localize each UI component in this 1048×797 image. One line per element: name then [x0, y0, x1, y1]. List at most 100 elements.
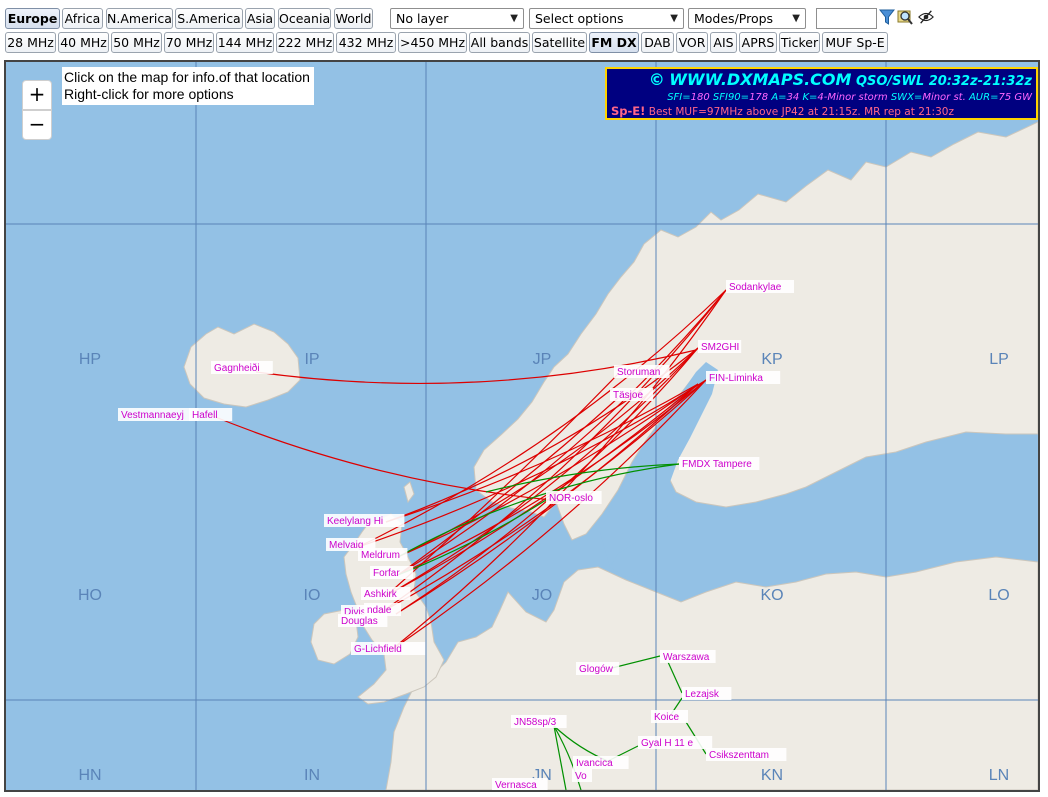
stat-key: AUR= — [965, 92, 999, 103]
zoom-in-button[interactable]: + — [22, 80, 52, 110]
station-marker[interactable]: Ivancica — [573, 756, 629, 769]
map-info-tooltip: Click on the map for info.of that locati… — [62, 67, 314, 105]
station-name: Warszawa — [663, 652, 710, 663]
layer-select-value: No layer — [396, 11, 449, 26]
solar-stats: SFI=180 SFI90=178 A=34 K=4-Minor storm S… — [611, 91, 1032, 104]
grid-square-label: HO — [78, 587, 102, 604]
station-name: Täsjoe — [613, 390, 643, 401]
callsign-input[interactable] — [816, 8, 877, 29]
station-name: Vo — [575, 771, 587, 782]
station-marker[interactable]: Gagnheiði — [211, 361, 273, 374]
station-name: Storuman — [617, 367, 660, 378]
grid-square-label: LP — [989, 351, 1009, 368]
station-marker[interactable]: Vo — [572, 769, 592, 782]
station-marker[interactable]: Hafell — [189, 408, 233, 421]
band-tab[interactable]: 222 MHz — [276, 32, 334, 53]
grid-square-label: JO — [532, 587, 552, 604]
station-name: FMDX Tampere — [682, 459, 752, 470]
station-marker[interactable]: Warszawa — [660, 650, 716, 663]
stat-key: K= — [799, 92, 818, 103]
region-tab[interactable]: Asia — [245, 8, 275, 29]
band-tab[interactable]: APRS — [739, 32, 777, 53]
station-marker[interactable]: Douglas — [338, 614, 388, 627]
band-tab[interactable]: DAB — [641, 32, 674, 53]
stat-key: SFI90= — [709, 92, 750, 103]
band-tab[interactable]: >450 MHz — [398, 32, 467, 53]
station-name: Ivancica — [576, 758, 613, 769]
band-tab[interactable]: 70 MHz — [164, 32, 214, 53]
band-tab[interactable]: VOR — [676, 32, 708, 53]
layer-select[interactable]: No layer ▼ — [390, 8, 524, 29]
modes-select-value: Modes/Props — [694, 11, 774, 26]
station-marker[interactable]: Ashkirk — [361, 587, 411, 600]
station-marker[interactable]: Lezajsk — [682, 687, 732, 700]
search-map-icon[interactable] — [897, 8, 913, 26]
station-marker[interactable]: G-Lichfield — [351, 642, 426, 655]
land-shetland — [403, 481, 415, 504]
station-marker[interactable]: NOR-oslo — [546, 491, 602, 504]
band-tab[interactable]: MUF Sp-E — [822, 32, 888, 53]
region-tab[interactable]: N.America — [106, 8, 173, 29]
region-tab[interactable]: Africa — [62, 8, 103, 29]
stat-value: 75 GW — [998, 92, 1032, 103]
station-marker[interactable]: FIN-Liminka — [706, 371, 781, 384]
grid-square-label: LN — [989, 767, 1009, 784]
band-tab[interactable]: FM DX — [589, 32, 639, 53]
region-tab[interactable]: S.America — [175, 8, 243, 29]
chevron-down-icon: ▼ — [670, 13, 678, 24]
band-tab[interactable]: 432 MHz — [336, 32, 396, 53]
stat-key: A= — [768, 92, 787, 103]
station-marker[interactable]: Gyal H 11 e — [638, 736, 713, 749]
grid-square-label: KO — [760, 587, 783, 604]
station-marker[interactable]: Vernasca — [492, 778, 548, 790]
station-marker[interactable]: Täsjoe — [610, 388, 654, 401]
options-select[interactable]: Select options ▼ — [529, 8, 684, 29]
filter-icon[interactable] — [879, 8, 895, 26]
band-tab[interactable]: 50 MHz — [111, 32, 162, 53]
chevron-down-icon: ▼ — [510, 13, 518, 24]
station-marker[interactable]: Storuman — [614, 365, 670, 378]
station-name: Lezajsk — [685, 689, 720, 700]
stat-value: 4-Minor storm — [817, 92, 888, 103]
map[interactable]: HP IP JP KP LP HO IO JO KO LO HN IN JN KN LN Sodankyla… — [4, 60, 1040, 792]
station-name: Glogów — [579, 664, 614, 675]
station-name: Vernasca — [495, 780, 537, 790]
station-marker[interactable]: Koice — [651, 710, 688, 723]
station-name: Gyal H 11 e — [641, 738, 693, 749]
station-marker[interactable]: Glogów — [576, 662, 620, 675]
band-tab[interactable]: 40 MHz — [58, 32, 109, 53]
stat-value: 178 — [749, 92, 769, 103]
band-tab[interactable]: 28 MHz — [5, 32, 56, 53]
grid-square-label: LO — [988, 587, 1009, 604]
station-name: Gagnheiði — [214, 362, 260, 374]
region-tab[interactable]: Oceania — [278, 8, 331, 29]
station-marker[interactable]: Sodankylae — [726, 280, 794, 293]
hide-eye-icon[interactable] — [918, 8, 934, 26]
band-tab[interactable]: AIS — [710, 32, 737, 53]
modes-select[interactable]: Modes/Props ▼ — [688, 8, 806, 29]
station-marker[interactable]: SM2GHI — [698, 340, 742, 353]
region-tab[interactable]: Europe — [5, 8, 60, 29]
grid-square-label: KP — [761, 351, 782, 368]
station-marker[interactable]: Meldrum — [358, 548, 408, 561]
station-marker[interactable]: Keelylang Hi — [324, 514, 405, 527]
zoom-out-button[interactable]: − — [22, 110, 52, 140]
band-tab[interactable]: 144 MHz — [216, 32, 274, 53]
station-marker[interactable]: FMDX Tampere — [679, 457, 760, 470]
band-tab[interactable]: Ticker — [779, 32, 820, 53]
station-name: Sodankylae — [729, 282, 782, 293]
station-marker[interactable]: JN58sp/3 — [511, 715, 567, 728]
grid-square-label: IN — [304, 767, 320, 784]
region-tab[interactable]: World — [334, 8, 373, 29]
station-marker[interactable]: Csikszenttam — [706, 748, 787, 761]
site-name[interactable]: WWW.DXMAPS.COM — [669, 70, 851, 89]
info-line-2: Right-click for more options — [64, 86, 234, 102]
band-tab[interactable]: All bands — [469, 32, 530, 53]
banner-title: © WWW.DXMAPS.COM QSO/SWL 20:32z-21:32z — [611, 70, 1032, 91]
band-tab[interactable]: Satellite — [532, 32, 587, 53]
station-name: Hafell — [192, 410, 218, 421]
map-canvas[interactable]: HP IP JP KP LPHO IO JO KO LOHN IN JN KN LN Sodankyla… — [6, 62, 1038, 790]
stat-value: Minor st. — [922, 92, 966, 103]
station-marker[interactable]: Vestmannaeyj — [118, 408, 199, 421]
station-marker[interactable]: Forfar — [370, 566, 414, 579]
